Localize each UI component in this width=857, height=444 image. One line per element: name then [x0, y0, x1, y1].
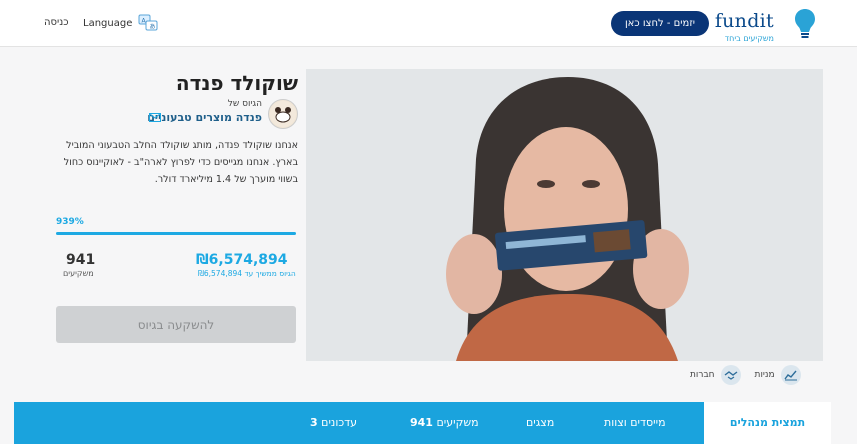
tab-management-summary[interactable]: תמצית מנהלים	[704, 402, 831, 444]
tab-investors-count: 941	[410, 416, 433, 429]
translate-icon: A あ	[138, 14, 158, 31]
handshake-icon	[720, 365, 741, 385]
investors-label: משקיעים	[63, 269, 94, 278]
campaign-video-thumbnail[interactable]	[306, 69, 823, 361]
tab-founders-label: מייסדים וצוות	[604, 416, 666, 429]
tab-pitch-label: מצגים	[526, 416, 555, 429]
fundit-logo[interactable]: fundit משקיעים ביחד	[715, 6, 818, 43]
amount-raised: ₪6,574,894	[196, 252, 288, 268]
company-name-link[interactable]: פנדה מוצרים טבעוניים	[147, 111, 262, 124]
login-link[interactable]: כניסה	[44, 17, 69, 28]
tab-founders-team[interactable]: מייסדים וצוות	[604, 402, 666, 444]
mail-icon[interactable]	[149, 113, 161, 122]
chart-line-icon	[780, 365, 801, 385]
tag-companies[interactable]: חברות	[690, 365, 741, 385]
progress-percent: 939%	[56, 217, 84, 227]
tab-management-label: תמצית מנהלים	[729, 416, 806, 429]
language-label: Language	[83, 17, 133, 29]
tab-updates[interactable]: 3 עדכונים	[310, 402, 357, 444]
category-tags: מניות חברות	[690, 365, 801, 385]
investors-count: 941	[66, 252, 96, 268]
tab-updates-count: 3	[310, 416, 318, 429]
tab-investors-label: משקיעים	[436, 416, 479, 429]
tab-investors[interactable]: 941 משקיעים	[410, 402, 479, 444]
company-logo[interactable]	[268, 99, 298, 129]
tab-updates-label: עדכונים	[321, 416, 358, 429]
tag-companies-label: חברות	[690, 370, 715, 380]
language-selector[interactable]: Language A あ	[83, 14, 158, 32]
invest-button[interactable]: להשקעה בגיוס	[56, 306, 296, 343]
campaign-description: אנחנו שוקולד פנדה, מותג שוקולד החלב הטבע…	[63, 140, 298, 185]
panda-logo-icon	[270, 101, 296, 127]
hero-image-illustration	[306, 69, 823, 361]
svg-text:あ: あ	[150, 24, 156, 31]
logo-text: fundit	[714, 10, 774, 32]
tag-stocks-label: מניות	[754, 370, 775, 380]
top-header: fundit משקיעים ביחד יזמים - לחצו כאן Lan…	[0, 0, 857, 47]
entrepreneurs-button[interactable]: יזמים - לחצו כאן	[611, 11, 709, 36]
presented-by-label: הגיוס של	[227, 99, 262, 109]
lightbulb-icon	[795, 9, 815, 38]
tag-stocks[interactable]: מניות	[755, 365, 801, 385]
amount-subtext: הגיוס ממשיך עד ₪6,574,894	[198, 269, 296, 278]
campaign-tabs: תמצית מנהלים מייסדים וצוות מצגים 941 משק…	[14, 402, 831, 444]
progress-bar	[56, 232, 296, 235]
logo-tagline: משקיעים ביחד	[724, 34, 774, 43]
campaign-title: שוקולד פנדה	[175, 71, 298, 95]
tab-pitch[interactable]: מצגים	[526, 402, 554, 444]
